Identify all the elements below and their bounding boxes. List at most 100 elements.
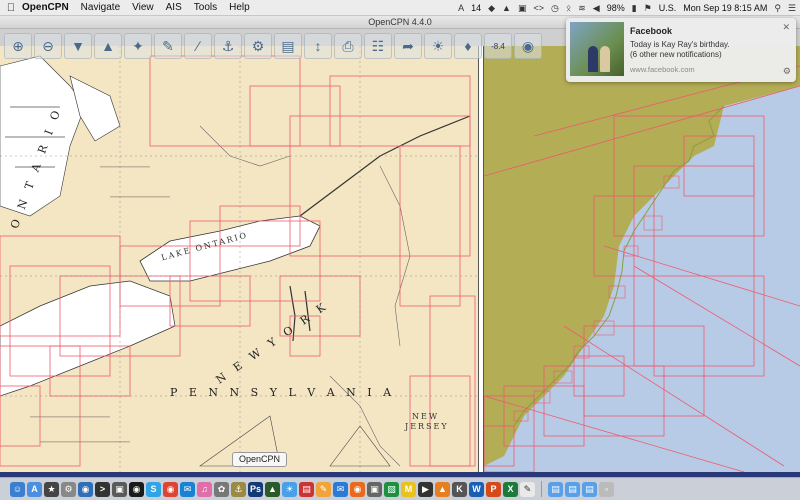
display-icon[interactable]: ▣: [518, 3, 527, 14]
launchpad-icon[interactable]: ★: [44, 481, 59, 497]
clock[interactable]: Mon Sep 19 8:15 AM: [683, 3, 767, 13]
dropbox-icon[interactable]: ◆: [488, 3, 495, 14]
menu-help[interactable]: Help: [229, 2, 250, 13]
firefox-icon[interactable]: ◉: [350, 481, 365, 497]
folder-icon[interactable]: ▤: [548, 481, 563, 497]
battery-percent[interactable]: 98%: [607, 3, 625, 13]
menu-navigate[interactable]: Navigate: [81, 2, 120, 13]
adobe-icon[interactable]: A: [458, 3, 464, 13]
notification-thumbnail: [570, 22, 624, 76]
status-count: 14: [471, 3, 482, 13]
finder-icon[interactable]: ☺: [10, 481, 25, 497]
gear-icon[interactable]: ⚙: [783, 66, 791, 77]
dock-tooltip: OpenCPN: [232, 452, 288, 467]
photoshop-icon[interactable]: Ps: [248, 481, 263, 497]
numbers-icon[interactable]: ▧: [384, 481, 399, 497]
facebook-notification[interactable]: Facebook Today is Kay Ray's birthday. (6…: [566, 18, 796, 82]
man-overboard-icon[interactable]: ◉: [514, 33, 542, 59]
skype-icon[interactable]: S: [146, 481, 161, 497]
input-source[interactable]: U.S.: [659, 3, 677, 13]
downloads-folder-icon[interactable]: ▤: [565, 481, 580, 497]
bluetooth-icon[interactable]: ᛟ: [566, 3, 571, 13]
maps-icon[interactable]: ▲: [265, 481, 280, 497]
apple-menu-icon[interactable]: : [0, 2, 22, 14]
close-icon[interactable]: ✕: [782, 22, 790, 33]
time-machine-icon[interactable]: ◷: [551, 3, 559, 14]
chart-graphics-right: [484, 46, 800, 472]
scale-out-icon[interactable]: ▲: [94, 33, 122, 59]
system-prefs-icon[interactable]: ⚙: [61, 481, 76, 497]
person-2: [600, 46, 610, 72]
clapper-icon[interactable]: ▶: [418, 481, 433, 497]
zoom-in-icon[interactable]: ⊕: [4, 33, 32, 59]
drive-icon[interactable]: ▲: [502, 3, 511, 13]
messages-icon[interactable]: ✉: [333, 481, 348, 497]
camera-icon[interactable]: ◉: [129, 481, 144, 497]
notes-icon[interactable]: ✎: [316, 481, 331, 497]
documents-folder-icon[interactable]: ▤: [582, 481, 597, 497]
app-store-icon[interactable]: A: [27, 481, 42, 497]
textedit-icon[interactable]: ✎: [520, 481, 535, 497]
scale-readout[interactable]: -8.4: [484, 33, 512, 59]
track-icon[interactable]: ➦: [394, 33, 422, 59]
lake-erie: [0, 280, 176, 397]
terminal-icon[interactable]: >: [95, 481, 110, 497]
new-jersey-label-1: NEW: [412, 412, 440, 421]
lake-ontario: [139, 215, 321, 282]
scale-in-icon[interactable]: ▼: [64, 33, 92, 59]
pan-icon[interactable]: ✦: [124, 33, 152, 59]
vlc-icon[interactable]: ▲: [435, 481, 450, 497]
follow-icon[interactable]: ⚓: [214, 33, 242, 59]
menu-view[interactable]: View: [132, 2, 154, 13]
zoom-out-icon[interactable]: ⊖: [34, 33, 62, 59]
status-area: A 14 ◆ ▲ ▣ <> ◷ ᛟ ≋ ◀ 98% ▮ ⚑ U.S. Mon S…: [458, 0, 796, 16]
trash-icon[interactable]: ▫: [599, 481, 614, 497]
opencpn-window: OpenCPN 4.4.0 ⊕ ⊖ ▼ ▲ ✦ ✎ ∕ ⚓ ⚙ ▤ ↕ ⎙ ☷ …: [0, 16, 800, 472]
activity-icon[interactable]: ▣: [112, 481, 127, 497]
color-scheme-icon[interactable]: ☀: [424, 33, 452, 59]
text-icon[interactable]: ▤: [274, 33, 302, 59]
battery-icon: ▮: [631, 2, 637, 13]
notification-message-2: (6 other new notifications): [630, 50, 722, 59]
app-menu[interactable]: OpenCPN: [22, 2, 69, 13]
main-toolbar: ⊕ ⊖ ▼ ▲ ✦ ✎ ∕ ⚓ ⚙ ▤ ↕ ⎙ ☷ ➦ ☀ ♦ -8.4 ◉: [4, 31, 542, 61]
safari-icon[interactable]: ◉: [78, 481, 93, 497]
settings-icon[interactable]: ⚙: [244, 33, 272, 59]
chrome-icon[interactable]: ◉: [163, 481, 178, 497]
preview-icon[interactable]: ▣: [367, 481, 382, 497]
kindle-icon[interactable]: K: [452, 481, 467, 497]
code-icon[interactable]: <>: [533, 3, 544, 13]
scale-text: -8.4: [491, 41, 505, 51]
dock: ☺ A ★ ⚙ ◉ > ▣ ◉ S ◉ ✉ ♫ ✿ ⚓ Ps ▲ ☀ ▤ ✎ ✉…: [0, 477, 800, 500]
notification-url: www.facebook.com: [630, 65, 695, 74]
print-icon[interactable]: ⎙: [334, 33, 362, 59]
route-manager-icon[interactable]: ☷: [364, 33, 392, 59]
powerpoint-icon[interactable]: P: [486, 481, 501, 497]
photos-icon[interactable]: ✿: [214, 481, 229, 497]
calendar-icon[interactable]: ▤: [299, 481, 314, 497]
new-jersey-label-2: JERSEY: [405, 422, 449, 431]
chart-canvas-left[interactable]: LAKE ONTARIO O N T A R I O N E W Y O R K…: [0, 46, 478, 472]
route-icon[interactable]: ✎: [154, 33, 182, 59]
measure-icon[interactable]: ∕: [184, 33, 212, 59]
mob-icon[interactable]: ♦: [454, 33, 482, 59]
volume-icon[interactable]: ◀: [593, 3, 600, 14]
weather-icon[interactable]: ☀: [282, 481, 297, 497]
notification-center-icon[interactable]: ☰: [788, 3, 796, 14]
wifi-icon[interactable]: ≋: [578, 3, 586, 14]
stickies-icon[interactable]: M: [401, 481, 416, 497]
chart-canvas-right[interactable]: [484, 46, 800, 472]
pennsylvania-label: P E N N S Y L V A N I A: [170, 386, 396, 399]
itunes-icon[interactable]: ♫: [197, 481, 212, 497]
word-icon[interactable]: W: [469, 481, 484, 497]
current-icon[interactable]: ↕: [304, 33, 332, 59]
opencpn-icon[interactable]: ⚓: [231, 481, 246, 497]
menu-tools[interactable]: Tools: [194, 2, 217, 13]
menu-ais[interactable]: AIS: [166, 2, 182, 13]
spotlight-icon[interactable]: ⚲: [774, 3, 781, 14]
mail-icon[interactable]: ✉: [180, 481, 195, 497]
menu-bar:  OpenCPN Navigate View AIS Tools Help A…: [0, 0, 800, 16]
excel-icon[interactable]: X: [503, 481, 518, 497]
st-lawrence: [299, 115, 471, 217]
flag-icon: ⚑: [643, 2, 652, 13]
